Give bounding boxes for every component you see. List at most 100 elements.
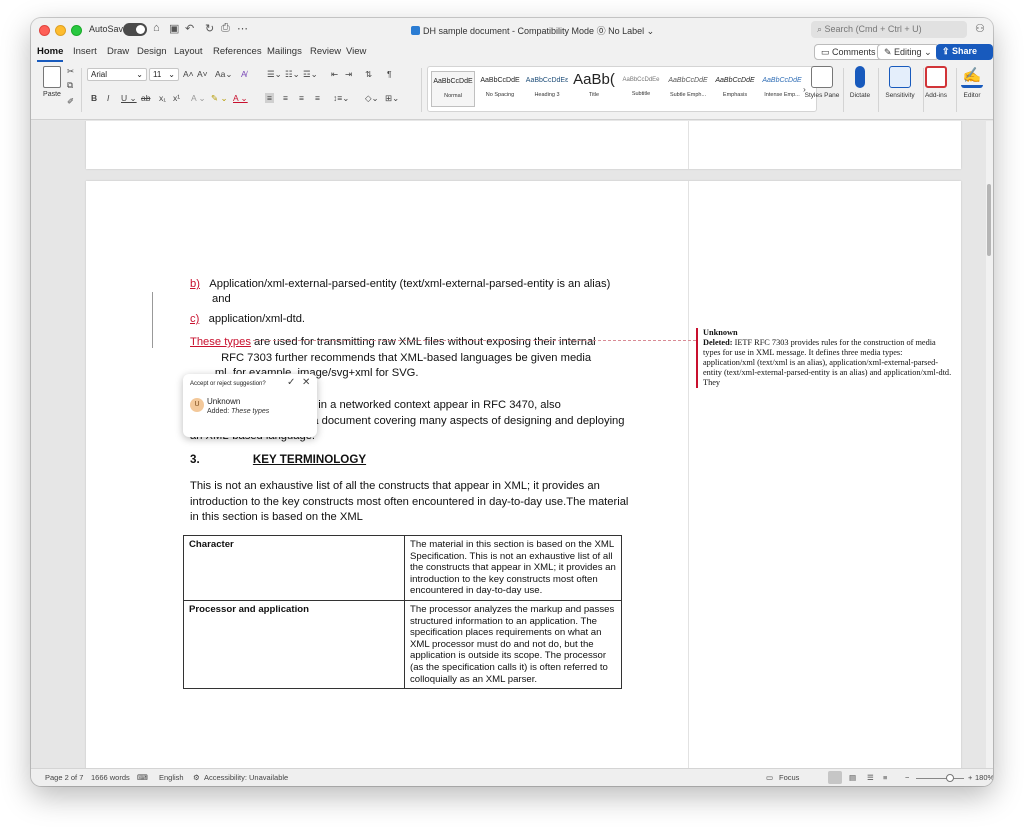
vertical-scrollbar[interactable]: [986, 121, 993, 768]
table-cell-description[interactable]: The processor analyzes the markup and pa…: [404, 599, 622, 690]
web-layout-icon[interactable]: ▤: [849, 773, 856, 782]
inserted-text[interactable]: These types: [190, 336, 251, 348]
increase-indent-icon[interactable]: ⇥: [345, 69, 352, 80]
section-heading[interactable]: 3. KEY TERMINOLOGY: [190, 453, 366, 466]
zoom-window-button[interactable]: [71, 25, 82, 36]
close-window-button[interactable]: [39, 25, 50, 36]
numbering-icon[interactable]: ☷⌄: [285, 69, 300, 80]
page-count[interactable]: Page 2 of 7: [45, 773, 83, 782]
zoom-in-button[interactable]: +: [968, 773, 972, 782]
print-icon[interactable]: ⎙: [221, 22, 230, 35]
italic-button[interactable]: I: [107, 93, 109, 103]
table-cell-term[interactable]: Character: [183, 535, 405, 601]
save-icon[interactable]: ▣: [169, 22, 179, 35]
outline-view-icon[interactable]: ☰: [867, 773, 874, 782]
font-name-select[interactable]: Arial ⌄: [87, 68, 147, 81]
accessibility-status[interactable]: Accessibility: Unavailable: [204, 773, 288, 782]
highlight-icon[interactable]: ✎ ⌄: [211, 93, 228, 104]
bold-button[interactable]: B: [91, 93, 97, 103]
list-item-b-continued[interactable]: and: [212, 292, 231, 308]
document-title[interactable]: DH sample document - Compatibility Mode …: [411, 24, 654, 37]
comments-button[interactable]: ▭ Comments: [814, 44, 883, 60]
shading-icon[interactable]: ◇⌄: [365, 93, 379, 104]
bullets-icon[interactable]: ☰⌄: [267, 69, 282, 80]
zoom-level[interactable]: 180%: [975, 773, 993, 782]
table-cell-term[interactable]: Processor and application: [183, 599, 405, 690]
editor-button[interactable]: ✍ Editor: [951, 66, 993, 99]
change-case-icon[interactable]: Aa⌄: [215, 69, 233, 80]
tab-view[interactable]: View: [346, 46, 366, 57]
text-effects-icon[interactable]: A ⌄: [191, 93, 206, 104]
paste-button[interactable]: Paste: [37, 66, 67, 98]
style-title[interactable]: AaBb(Title: [572, 71, 616, 107]
shrink-font-icon[interactable]: A˅: [197, 69, 208, 79]
superscript-button[interactable]: x¹: [173, 93, 180, 103]
terminology-table[interactable]: Character The material in this section i…: [183, 535, 622, 690]
align-left-button[interactable]: ≡: [265, 93, 274, 103]
decrease-indent-icon[interactable]: ⇤: [331, 69, 338, 80]
undo-icon[interactable]: ↶: [185, 22, 194, 35]
line-spacing-icon[interactable]: ↕≡⌄: [333, 93, 349, 104]
styles-pane-button[interactable]: Styles Pane: [801, 66, 843, 99]
copy-icon[interactable]: ⧉: [67, 80, 73, 91]
style-no-spacing[interactable]: AaBbCcDdE No Spacing: [478, 71, 522, 107]
align-right-button[interactable]: ≡: [299, 93, 304, 103]
font-size-select[interactable]: 11 ⌄: [149, 68, 179, 81]
zoom-slider[interactable]: [916, 778, 964, 779]
dictate-button[interactable]: Dictate: [839, 66, 881, 99]
zoom-out-button[interactable]: −: [905, 773, 909, 782]
paragraph-key-terminology[interactable]: This is not an exhaustive list of all th…: [190, 479, 628, 526]
tab-mailings[interactable]: Mailings: [267, 46, 302, 57]
style-normal[interactable]: AaBbCcDdE Normal: [431, 71, 475, 107]
editing-button[interactable]: ✎ Editing ⌄: [877, 44, 939, 60]
subscript-button[interactable]: x₁: [159, 93, 166, 103]
style-intense-emphasis[interactable]: AaBbCcDdE Intense Emp...: [760, 71, 804, 107]
strikethrough-button[interactable]: ab: [141, 93, 150, 103]
underline-button[interactable]: U ⌄: [121, 93, 137, 104]
account-icon[interactable]: ⚇: [975, 22, 985, 35]
borders-icon[interactable]: ⊞⌄: [385, 93, 399, 104]
draft-view-icon[interactable]: ≡: [883, 773, 887, 782]
tab-layout[interactable]: Layout: [174, 46, 203, 57]
tab-design[interactable]: Design: [137, 46, 167, 57]
redo-icon[interactable]: ↻: [205, 22, 214, 35]
current-page[interactable]: b) Application/xml-external-parsed-entit…: [86, 181, 961, 768]
list-item-c[interactable]: c) application/xml-dtd.: [190, 312, 305, 328]
document-canvas[interactable]: b) Application/xml-external-parsed-entit…: [31, 121, 986, 768]
more-icon[interactable]: ⋯: [237, 22, 248, 35]
accept-suggestion-button[interactable]: ✓: [287, 377, 295, 388]
style-emphasis[interactable]: AaBbCcDdE Emphasis: [713, 71, 757, 107]
share-button[interactable]: ⇪ Share ⌄: [936, 44, 993, 67]
style-subtitle[interactable]: AaBbCcDdEe Subtitle: [619, 71, 663, 107]
home-icon[interactable]: ⌂: [153, 22, 160, 34]
show-formatting-icon[interactable]: ¶: [387, 69, 392, 79]
zoom-slider-thumb[interactable]: [946, 774, 954, 782]
format-painter-icon[interactable]: ✐: [67, 96, 74, 107]
font-color-icon[interactable]: A ⌄: [233, 93, 248, 104]
deletion-balloon[interactable]: Unknown Deleted: IETF RFC 7303 provides …: [696, 328, 954, 388]
multilevel-list-icon[interactable]: ☲⌄: [303, 69, 318, 80]
grow-font-icon[interactable]: A˄: [183, 69, 194, 79]
tab-references[interactable]: References: [213, 46, 262, 57]
search-input[interactable]: ⌕ Search (Cmd + Ctrl + U): [811, 21, 967, 38]
justify-button[interactable]: ≡: [315, 93, 320, 103]
sort-icon[interactable]: ⇅: [365, 69, 372, 80]
minimize-window-button[interactable]: [55, 25, 66, 36]
autosave-toggle[interactable]: [123, 23, 147, 36]
style-subtle-emphasis[interactable]: AaBbCcDdE Subtle Emph...: [666, 71, 710, 107]
cut-icon[interactable]: ✂: [67, 66, 74, 77]
language-indicator[interactable]: English: [159, 773, 184, 782]
print-layout-view-button[interactable]: [828, 771, 842, 784]
tab-insert[interactable]: Insert: [73, 46, 97, 57]
word-count[interactable]: 1666 words: [91, 773, 130, 782]
scrollbar-thumb[interactable]: [987, 184, 991, 256]
style-heading-3[interactable]: AaBbCcDdEε Heading 3: [525, 71, 569, 107]
tab-draw[interactable]: Draw: [107, 46, 129, 57]
reject-suggestion-button[interactable]: ✕: [302, 377, 310, 388]
tab-review[interactable]: Review: [310, 46, 341, 57]
tab-home[interactable]: Home: [37, 46, 64, 62]
list-item-b[interactable]: b) Application/xml-external-parsed-entit…: [190, 277, 610, 293]
clear-formatting-icon[interactable]: A̸: [241, 69, 247, 79]
table-cell-description[interactable]: The material in this section is based on…: [404, 535, 622, 601]
focus-button[interactable]: Focus: [779, 773, 799, 782]
